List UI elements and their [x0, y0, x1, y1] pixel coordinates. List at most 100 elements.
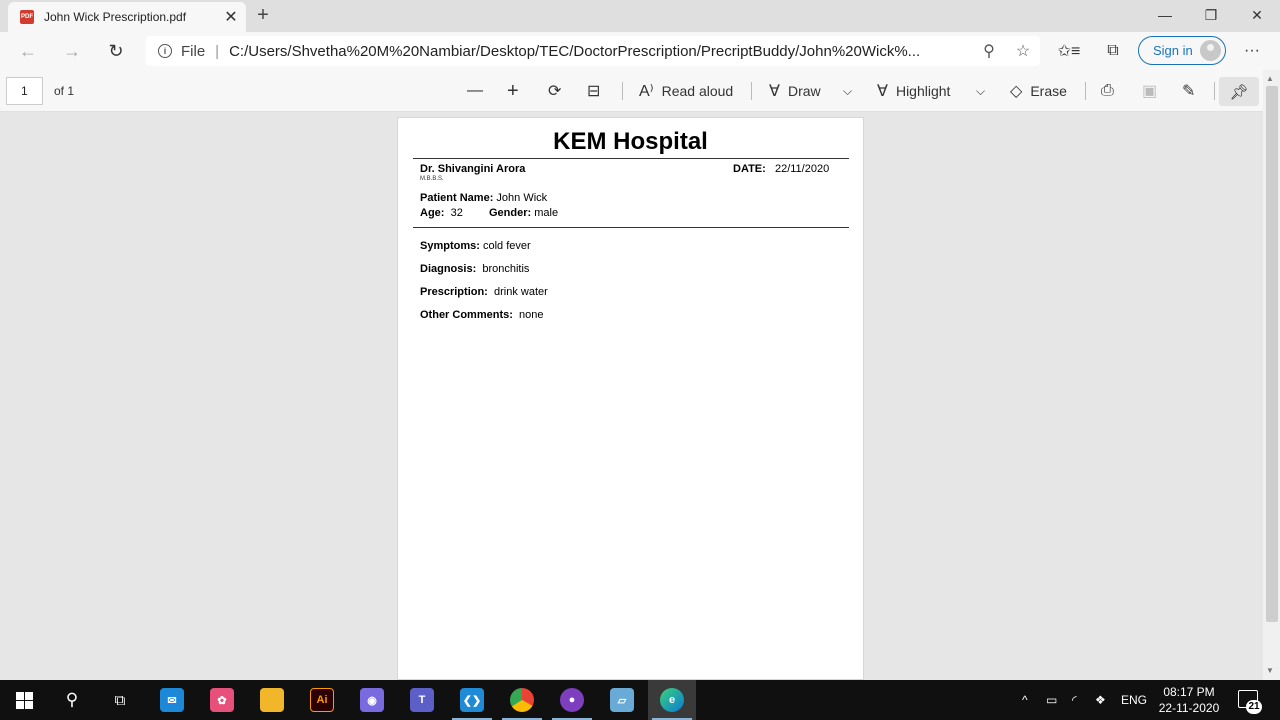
start-button[interactable]	[0, 680, 48, 720]
highlight-options-chevron-icon[interactable]: ⌵	[976, 80, 985, 102]
illustrator-app[interactable]: Ai	[298, 680, 346, 720]
url-text[interactable]: C:/Users/Shvetha%20M%20Nambiar/Desktop/T…	[229, 43, 972, 60]
github-desktop-app[interactable]: ●	[548, 680, 596, 720]
favorite-star-icon[interactable]: ☆	[1006, 41, 1040, 61]
battery-icon[interactable]: ▭	[1046, 680, 1057, 720]
pdf-file-icon: PDF	[20, 10, 34, 24]
zoom-in-button[interactable]: +	[507, 80, 527, 102]
scroll-down-arrow-icon[interactable]: ▼	[1266, 666, 1274, 675]
diagnosis-value: bronchitis	[482, 263, 530, 275]
save-as-icon: ✎	[1182, 83, 1196, 100]
symptoms-value: cold fever	[482, 240, 531, 252]
toolbar-divider	[622, 82, 623, 100]
plus-icon: +	[507, 79, 519, 102]
close-window-icon[interactable]: ✕	[1234, 0, 1280, 30]
address-bar[interactable]: i File | C:/Users/Shvetha%20M%20Nambiar/…	[146, 36, 1040, 66]
highlighter-icon: ∀	[877, 83, 888, 100]
mail-app[interactable]: ✉	[148, 680, 196, 720]
minimize-icon[interactable]: —	[1142, 0, 1188, 30]
save-button[interactable]: ▣	[1142, 80, 1165, 102]
rotate-icon: ⟳	[548, 83, 562, 100]
language-indicator[interactable]: ENG	[1121, 680, 1147, 720]
system-clock[interactable]: 08:17 PM 22-11-2020	[1150, 684, 1228, 716]
erase-label: Erase	[1030, 83, 1067, 99]
discord-app[interactable]: ◉	[348, 680, 396, 720]
forward-icon[interactable]: →	[58, 38, 86, 64]
illustrator-icon: Ai	[310, 688, 334, 712]
patient-rule	[413, 227, 849, 228]
folder-icon	[260, 688, 284, 712]
page-number-input[interactable]: 1	[6, 77, 43, 105]
zoom-out-button[interactable]: —	[467, 80, 491, 102]
tab-john-wick-pdf[interactable]: PDF John Wick Prescription.pdf ✕	[8, 2, 246, 32]
task-view-button[interactable]: ⧉	[96, 680, 144, 720]
back-icon[interactable]: ←	[14, 38, 42, 64]
dropbox-icon[interactable]: ❖	[1095, 680, 1106, 720]
pdf-page: KEM Hospital Dr. Shivangini Arora M.B.B.…	[397, 117, 864, 680]
edge-app[interactable]: e	[648, 680, 696, 720]
paint-3d-app[interactable]: ✿	[198, 680, 246, 720]
draw-button[interactable]: ∀ Draw	[769, 80, 821, 102]
taskbar: ⚲ ⧉ ✉ ✿ Ai ◉ T ❮❯ ● ▱ e ^ ▭ ◜ ❖ ENG 08:1…	[0, 680, 1280, 720]
show-hidden-icons[interactable]: ^	[1022, 680, 1028, 720]
age-value: 32	[450, 207, 463, 219]
teams-app[interactable]: T	[398, 680, 446, 720]
doctor-qualification: M.B.B.S.	[420, 176, 444, 182]
age-label: Age:	[420, 207, 445, 219]
scrollbar-thumb[interactable]	[1266, 86, 1278, 622]
search-button[interactable]: ⚲	[48, 680, 96, 720]
toolbar-divider	[751, 82, 752, 100]
diagnosis-label: Diagnosis:	[420, 263, 477, 275]
rotate-button[interactable]: ⟳	[548, 80, 569, 102]
prescription-date: DATE: 22/11/2020	[733, 163, 829, 175]
notes-app[interactable]: ▱	[598, 680, 646, 720]
date-value: 22/11/2020	[774, 163, 830, 175]
gender-label: Gender:	[489, 207, 532, 219]
patient-gender: Gender: male	[489, 207, 558, 219]
sign-in-button[interactable]: Sign in	[1138, 36, 1226, 65]
info-icon[interactable]: i	[158, 44, 172, 58]
url-scheme: File	[181, 42, 206, 60]
page-total-label: of 1	[54, 84, 75, 98]
save-as-button[interactable]: ✎	[1182, 80, 1203, 102]
fit-page-button[interactable]: ⊟	[587, 80, 608, 102]
erase-button[interactable]: ◇ Erase	[1010, 80, 1067, 102]
collections-icon[interactable]: ⧉	[1101, 40, 1125, 62]
minus-icon: —	[467, 82, 483, 99]
favorites-list-icon[interactable]: ✩≡	[1057, 40, 1081, 62]
draw-pen-icon: ∀	[769, 83, 780, 100]
pdf-toolbar: 1 of 1 — + ⟳ ⊟ A⁾ Read aloud ∀ Draw ⌵ ∀ …	[0, 70, 1280, 112]
chrome-app[interactable]	[498, 680, 546, 720]
more-options-icon[interactable]: ···	[1240, 40, 1264, 62]
search-icon: ⚲	[65, 690, 79, 709]
read-aloud-label: Read aloud	[661, 83, 734, 99]
vscode-app[interactable]: ❮❯	[448, 680, 496, 720]
symptoms-label: Symptoms:	[420, 240, 480, 252]
tab-title: John Wick Prescription.pdf	[44, 10, 187, 24]
zoom-icon[interactable]: ⚲	[972, 41, 1006, 61]
teams-icon: T	[410, 688, 434, 712]
pin-toolbar-button[interactable]: 📌︎	[1219, 77, 1259, 106]
scroll-up-arrow-icon[interactable]: ▲	[1266, 74, 1274, 83]
close-tab-icon[interactable]: ✕	[220, 7, 242, 27]
restore-icon[interactable]: ❐	[1188, 0, 1234, 30]
print-icon: ⎙	[1101, 82, 1114, 99]
highlight-label: Highlight	[895, 83, 951, 99]
refresh-icon[interactable]: ↻	[102, 38, 130, 64]
print-button[interactable]: ⎙	[1101, 80, 1122, 102]
gender-value: male	[534, 207, 559, 219]
highlight-button[interactable]: ∀ Highlight	[877, 80, 950, 102]
doctor-name: Dr. Shivangini Arora	[420, 163, 526, 175]
file-explorer-app[interactable]	[248, 680, 296, 720]
draw-options-chevron-icon[interactable]: ⌵	[843, 80, 852, 102]
tab-strip: PDF John Wick Prescription.pdf ✕ + — ❐ ✕	[0, 0, 1280, 32]
clock-time: 08:17 PM	[1163, 685, 1215, 699]
new-tab-button[interactable]: +	[252, 4, 274, 26]
header-rule	[413, 158, 849, 159]
wifi-icon[interactable]: ◜	[1072, 680, 1077, 720]
prescription-value: drink water	[493, 286, 548, 298]
read-aloud-button[interactable]: A⁾ Read aloud	[639, 80, 733, 102]
hospital-title: KEM Hospital	[553, 128, 708, 155]
paint-icon: ✿	[210, 688, 234, 712]
save-icon: ▣	[1142, 83, 1158, 100]
